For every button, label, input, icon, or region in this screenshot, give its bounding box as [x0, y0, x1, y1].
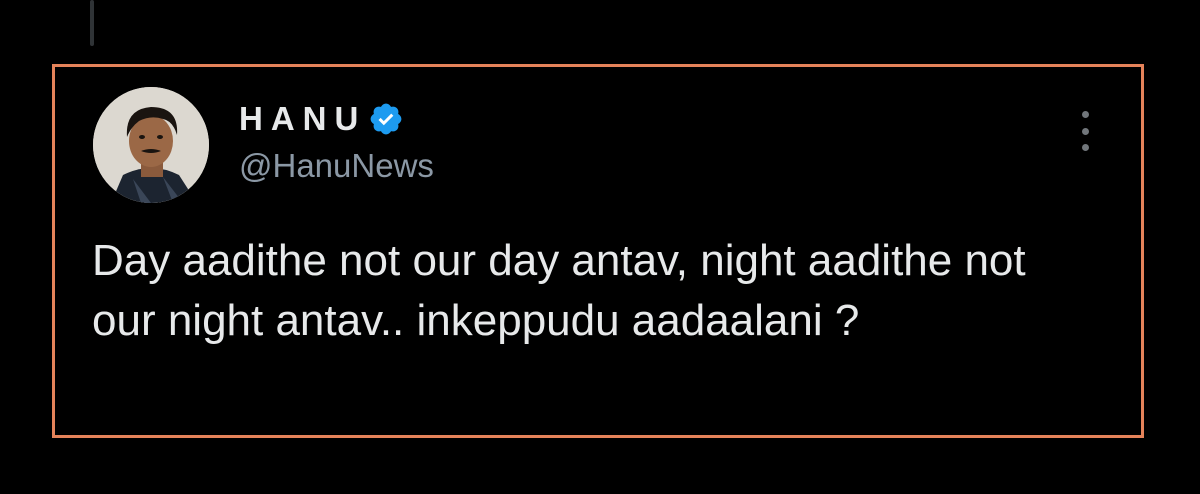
- thread-connector-line: [90, 0, 94, 46]
- verified-badge-icon: [368, 101, 404, 137]
- more-options-button[interactable]: [1073, 111, 1097, 151]
- more-vertical-icon-dot: [1081, 144, 1089, 151]
- author-display-name[interactable]: HANU: [239, 100, 366, 138]
- tweet-text: Day aadithe not our day antav, night aad…: [92, 236, 1026, 345]
- tweet-card[interactable]: HANU @HanuNews Day aadithe not our day a…: [52, 64, 1144, 438]
- author-handle[interactable]: @HanuNews: [239, 147, 434, 185]
- author-name-row[interactable]: HANU: [239, 97, 404, 141]
- avatar-photo-icon: [93, 87, 209, 203]
- more-vertical-icon: [1081, 111, 1089, 118]
- more-vertical-icon-dot: [1081, 127, 1089, 135]
- avatar[interactable]: [93, 87, 209, 203]
